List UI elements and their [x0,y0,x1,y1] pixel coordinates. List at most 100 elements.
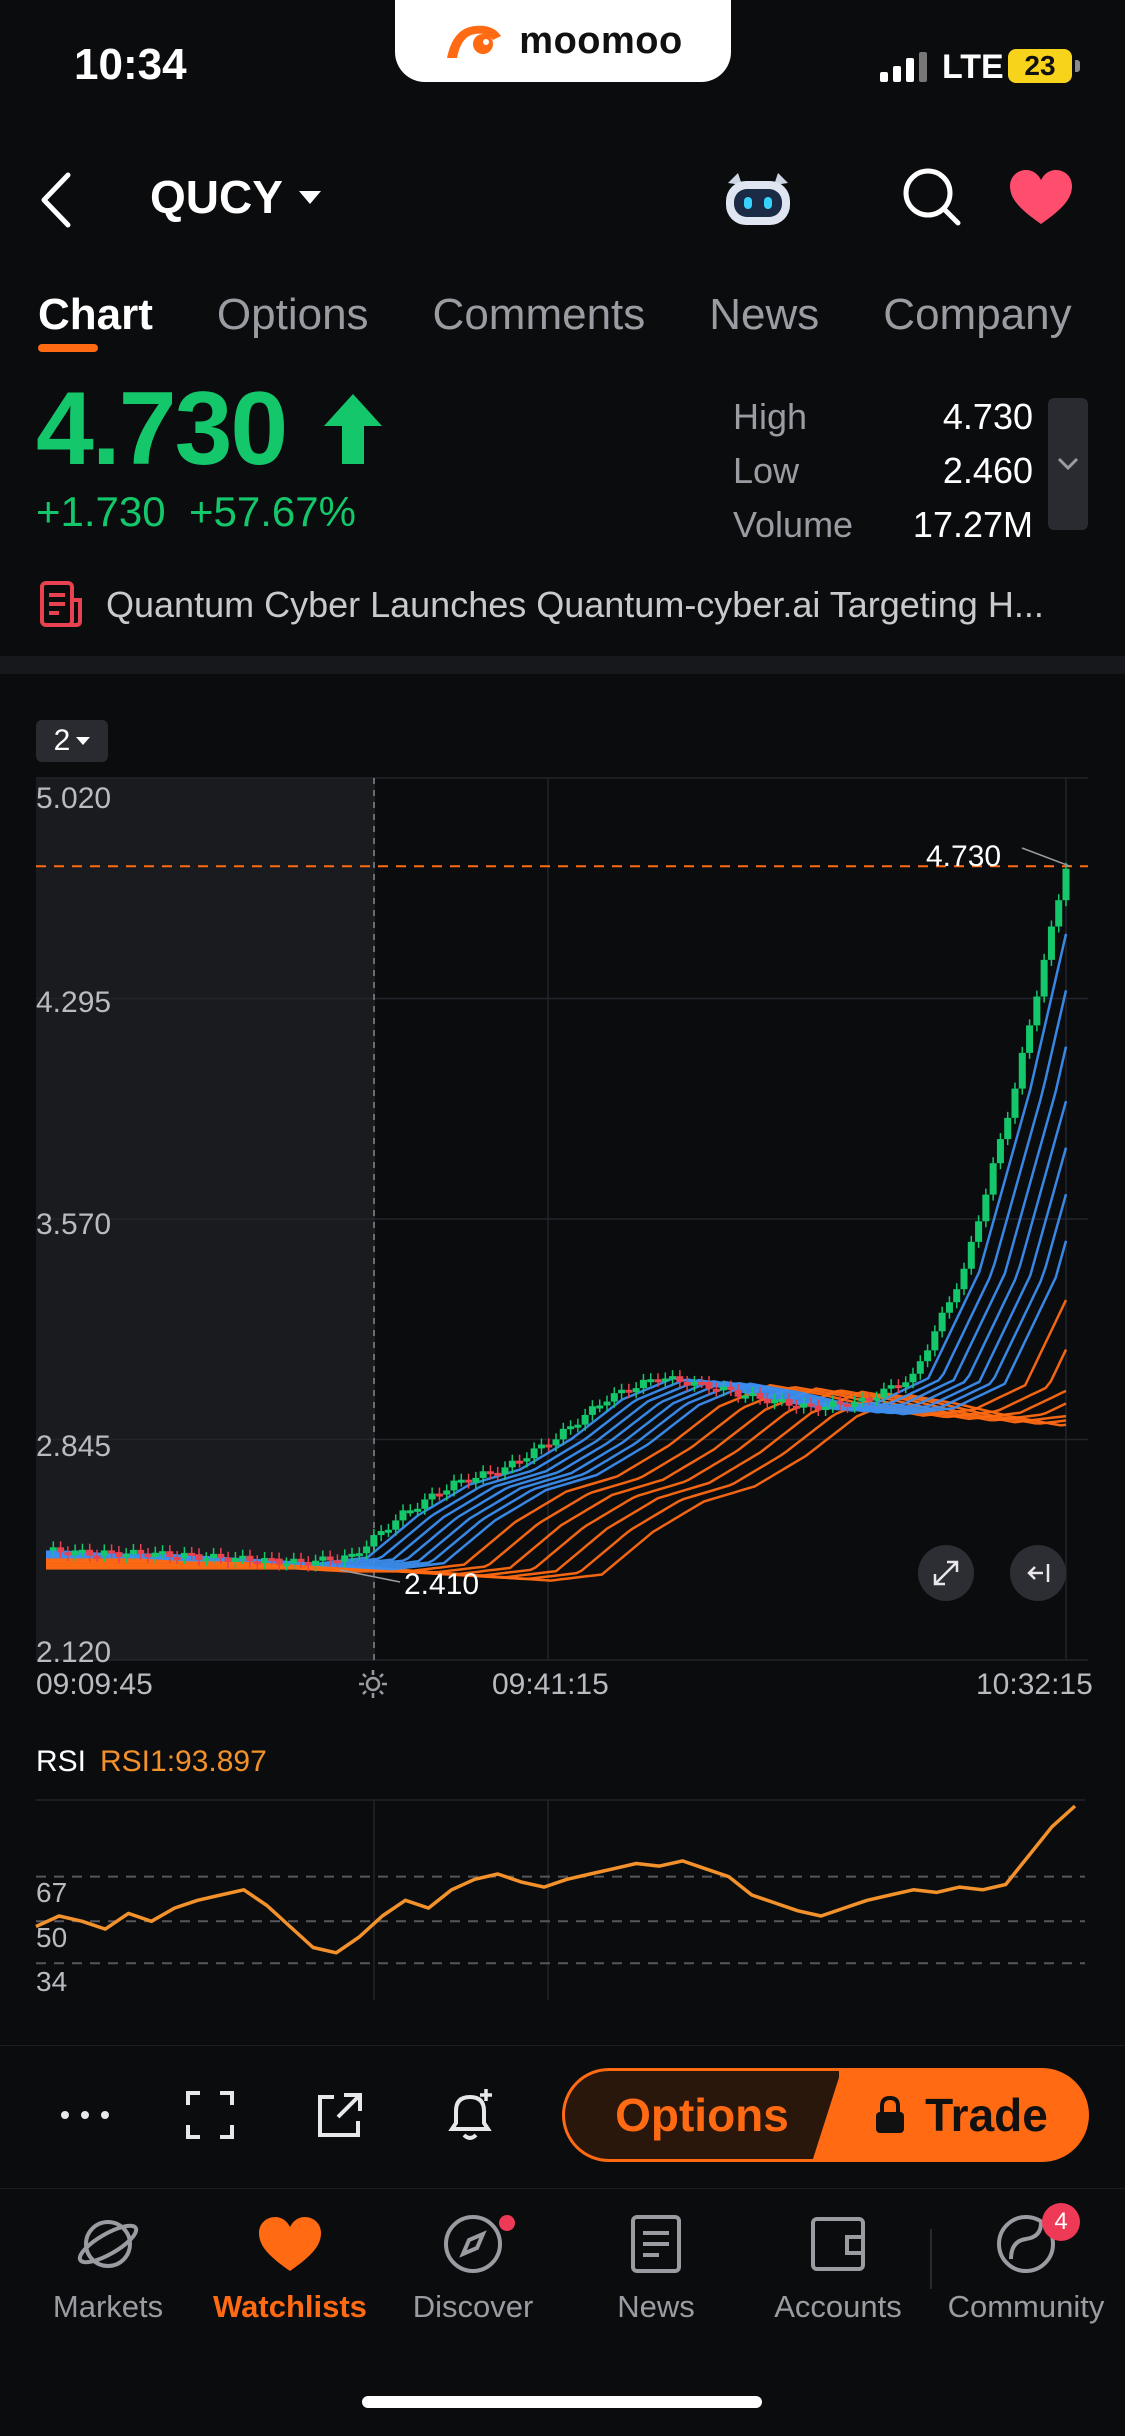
tab-news[interactable]: News [709,290,819,340]
trade-button[interactable]: Trade [812,2068,1089,2162]
assistant-bot-icon[interactable] [720,165,796,229]
nav-label: Accounts [774,2289,902,2324]
candle-body [727,1386,735,1390]
candle-body [756,1393,764,1399]
compass-icon [444,2215,502,2273]
expand-stats-button[interactable] [1048,398,1088,530]
nav-community[interactable]: Community 4 [936,2203,1116,2325]
planet-icon [77,2220,139,2268]
candle-body [297,1558,305,1562]
tab-options[interactable]: Options [217,290,369,340]
stat-value: 17.27M [912,504,1033,545]
candle-body [800,1403,808,1408]
candle-body [814,1405,822,1410]
candle-body [384,1529,392,1533]
candle-body [865,1398,873,1402]
candle-body [151,1552,159,1558]
chevron-down-icon [76,737,91,745]
sun-icon [359,1670,387,1698]
period-value: 2 [53,724,71,757]
candle-body [78,1549,86,1553]
y-tick: 2.120 [36,1636,112,1669]
battery-icon: 23 [1008,49,1072,83]
fullscreen-button[interactable] [918,1545,974,1601]
tab-comments[interactable]: Comments [433,290,646,340]
tab-bar: Chart Options Comments News Company [38,290,1125,352]
rsi-chart[interactable] [0,1790,1125,2010]
candle-body [399,1510,407,1521]
change-amount: +1.730 [36,488,166,535]
candle-body [603,1401,611,1406]
last-price: 4.730 [36,371,288,487]
candle-body [887,1385,895,1389]
period-selector[interactable]: 2 [36,720,108,762]
options-button[interactable]: Options [562,2068,842,2162]
back-arrow-icon[interactable] [30,165,90,235]
candle-body [443,1490,451,1495]
candle-body [1062,868,1070,901]
nav-discover[interactable]: Discover [383,2209,563,2325]
candle-body [282,1563,290,1567]
nav-watchlists[interactable]: Watchlists [200,2209,380,2325]
status-time: 10:34 [74,40,187,89]
ticker-selector[interactable]: QUCY [150,170,321,224]
nav-accounts[interactable]: Accounts [748,2209,928,2325]
tab-company[interactable]: Company [883,290,1071,340]
candle-body [202,1558,210,1562]
candle-body [537,1444,545,1449]
candle-body [494,1472,502,1476]
candle-body [982,1194,990,1222]
candle-body [457,1479,465,1483]
candle-body [581,1414,589,1425]
moomoo-logo-icon [447,25,502,58]
share-icon[interactable] [310,2085,370,2145]
stat-value: 4.730 [942,396,1033,437]
candle-body [552,1439,560,1446]
stat-label: Volume [733,504,854,545]
candle-body [931,1331,939,1351]
lock-icon [876,2095,905,2133]
more-dots-icon[interactable] [55,2085,115,2145]
change-percent: +57.67% [188,488,356,535]
fullscreen-icon[interactable] [180,2085,240,2145]
candle-body [239,1555,247,1559]
candle-body [705,1382,713,1389]
favorite-heart-icon[interactable] [1008,168,1074,228]
candle-body [763,1398,771,1404]
candle-body [953,1289,961,1303]
candle-body [108,1550,116,1554]
candle-body [807,1403,815,1407]
rsi-line [35,1804,1077,1955]
candle-body [654,1379,662,1383]
candle-body [1033,996,1041,1026]
candle-body [137,1549,145,1554]
candle-body [523,1458,531,1462]
candle-body [224,1557,232,1562]
jump-to-latest-button[interactable] [1010,1545,1066,1601]
network-label: LTE [942,48,1004,86]
add-alert-bell-icon[interactable] [440,2085,500,2145]
nav-markets[interactable]: Markets [18,2209,198,2325]
tab-chart[interactable]: Chart [38,290,153,352]
candle-body [501,1467,509,1475]
chevron-down-icon [298,190,321,204]
candle-body [435,1493,443,1497]
candle-body [778,1399,786,1403]
heart-icon [259,2217,321,2271]
candle-body [370,1535,378,1547]
news-ticker[interactable]: Quantum Cyber Launches Quantum-cyber.ai … [38,580,1088,630]
nav-label: News [617,2289,695,2324]
ticker-symbol: QUCY [150,171,283,223]
candle-body [938,1312,946,1332]
candle-body [734,1389,742,1397]
candle-body [1026,1025,1034,1053]
candle-body [822,1406,830,1410]
candle-body [414,1508,422,1512]
quote-stats: High 4.730 Low 2.460 Volume 17.27M [733,390,1033,552]
candle-body [1004,1117,1012,1140]
candle-body [129,1549,137,1555]
arrow-up-icon [324,394,382,464]
nav-news[interactable]: News [566,2209,746,2325]
nav-divider [930,2229,932,2289]
search-icon[interactable] [900,165,964,229]
